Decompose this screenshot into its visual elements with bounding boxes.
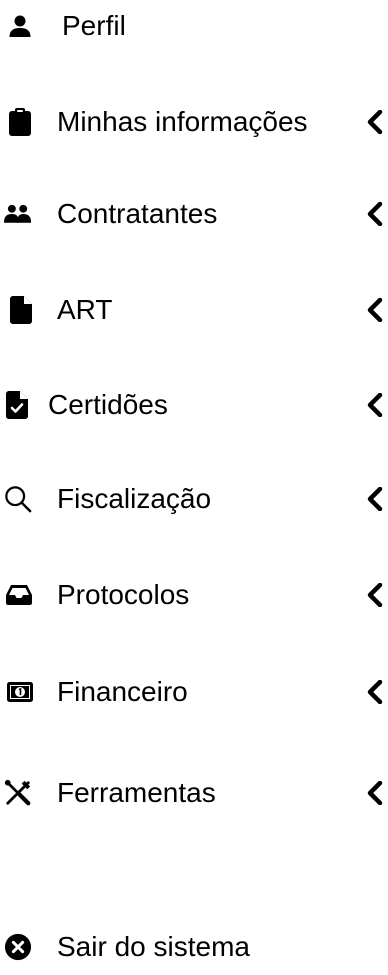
menu-item-sair[interactable]: Sair do sistema (0, 919, 388, 975)
menu-item-label: ART (57, 294, 113, 325)
menu-item-label: Sair do sistema (57, 931, 250, 962)
search-icon (4, 485, 32, 513)
menu-item-ferramentas[interactable]: Ferramentas (0, 765, 388, 821)
menu-item-art[interactable]: ART (0, 282, 388, 338)
clipboard-icon (6, 108, 34, 136)
menu-item-minhas-informacoes[interactable]: Minhas informações (0, 94, 388, 150)
menu-item-label: Certidões (48, 389, 168, 420)
chevron-left-icon[interactable] (364, 109, 386, 135)
users-icon (4, 200, 32, 228)
menu-item-certidoes[interactable]: Certidões (0, 377, 388, 433)
menu-item-label: Financeiro (57, 676, 188, 707)
menu-item-label: Minhas informações (57, 106, 308, 137)
money-bill-icon (6, 678, 34, 706)
menu-item-protocolos[interactable]: Protocolos (0, 567, 388, 623)
menu-item-financeiro[interactable]: Financeiro (0, 664, 388, 720)
chevron-left-icon[interactable] (364, 780, 386, 806)
menu-item-fiscalizacao[interactable]: Fiscalização (0, 471, 388, 527)
menu-item-label: Contratantes (57, 198, 218, 229)
chevron-left-icon[interactable] (364, 679, 386, 705)
chevron-left-icon[interactable] (364, 486, 386, 512)
file-check-icon (3, 391, 31, 419)
menu-item-label: Fiscalização (57, 483, 212, 514)
user-icon (6, 12, 34, 40)
chevron-left-icon[interactable] (364, 582, 386, 608)
inbox-icon (5, 581, 33, 609)
times-circle-icon (4, 933, 32, 961)
chevron-left-icon[interactable] (364, 297, 386, 323)
menu-item-perfil[interactable]: Perfil (0, 0, 388, 54)
file-icon (7, 296, 35, 324)
menu-item-label: Protocolos (57, 579, 190, 610)
chevron-left-icon[interactable] (364, 392, 386, 418)
menu-item-contratantes[interactable]: Contratantes (0, 186, 388, 242)
tools-icon (4, 779, 32, 807)
menu-item-label: Ferramentas (57, 777, 216, 808)
menu-item-label: Perfil (62, 10, 126, 41)
chevron-left-icon[interactable] (364, 201, 386, 227)
